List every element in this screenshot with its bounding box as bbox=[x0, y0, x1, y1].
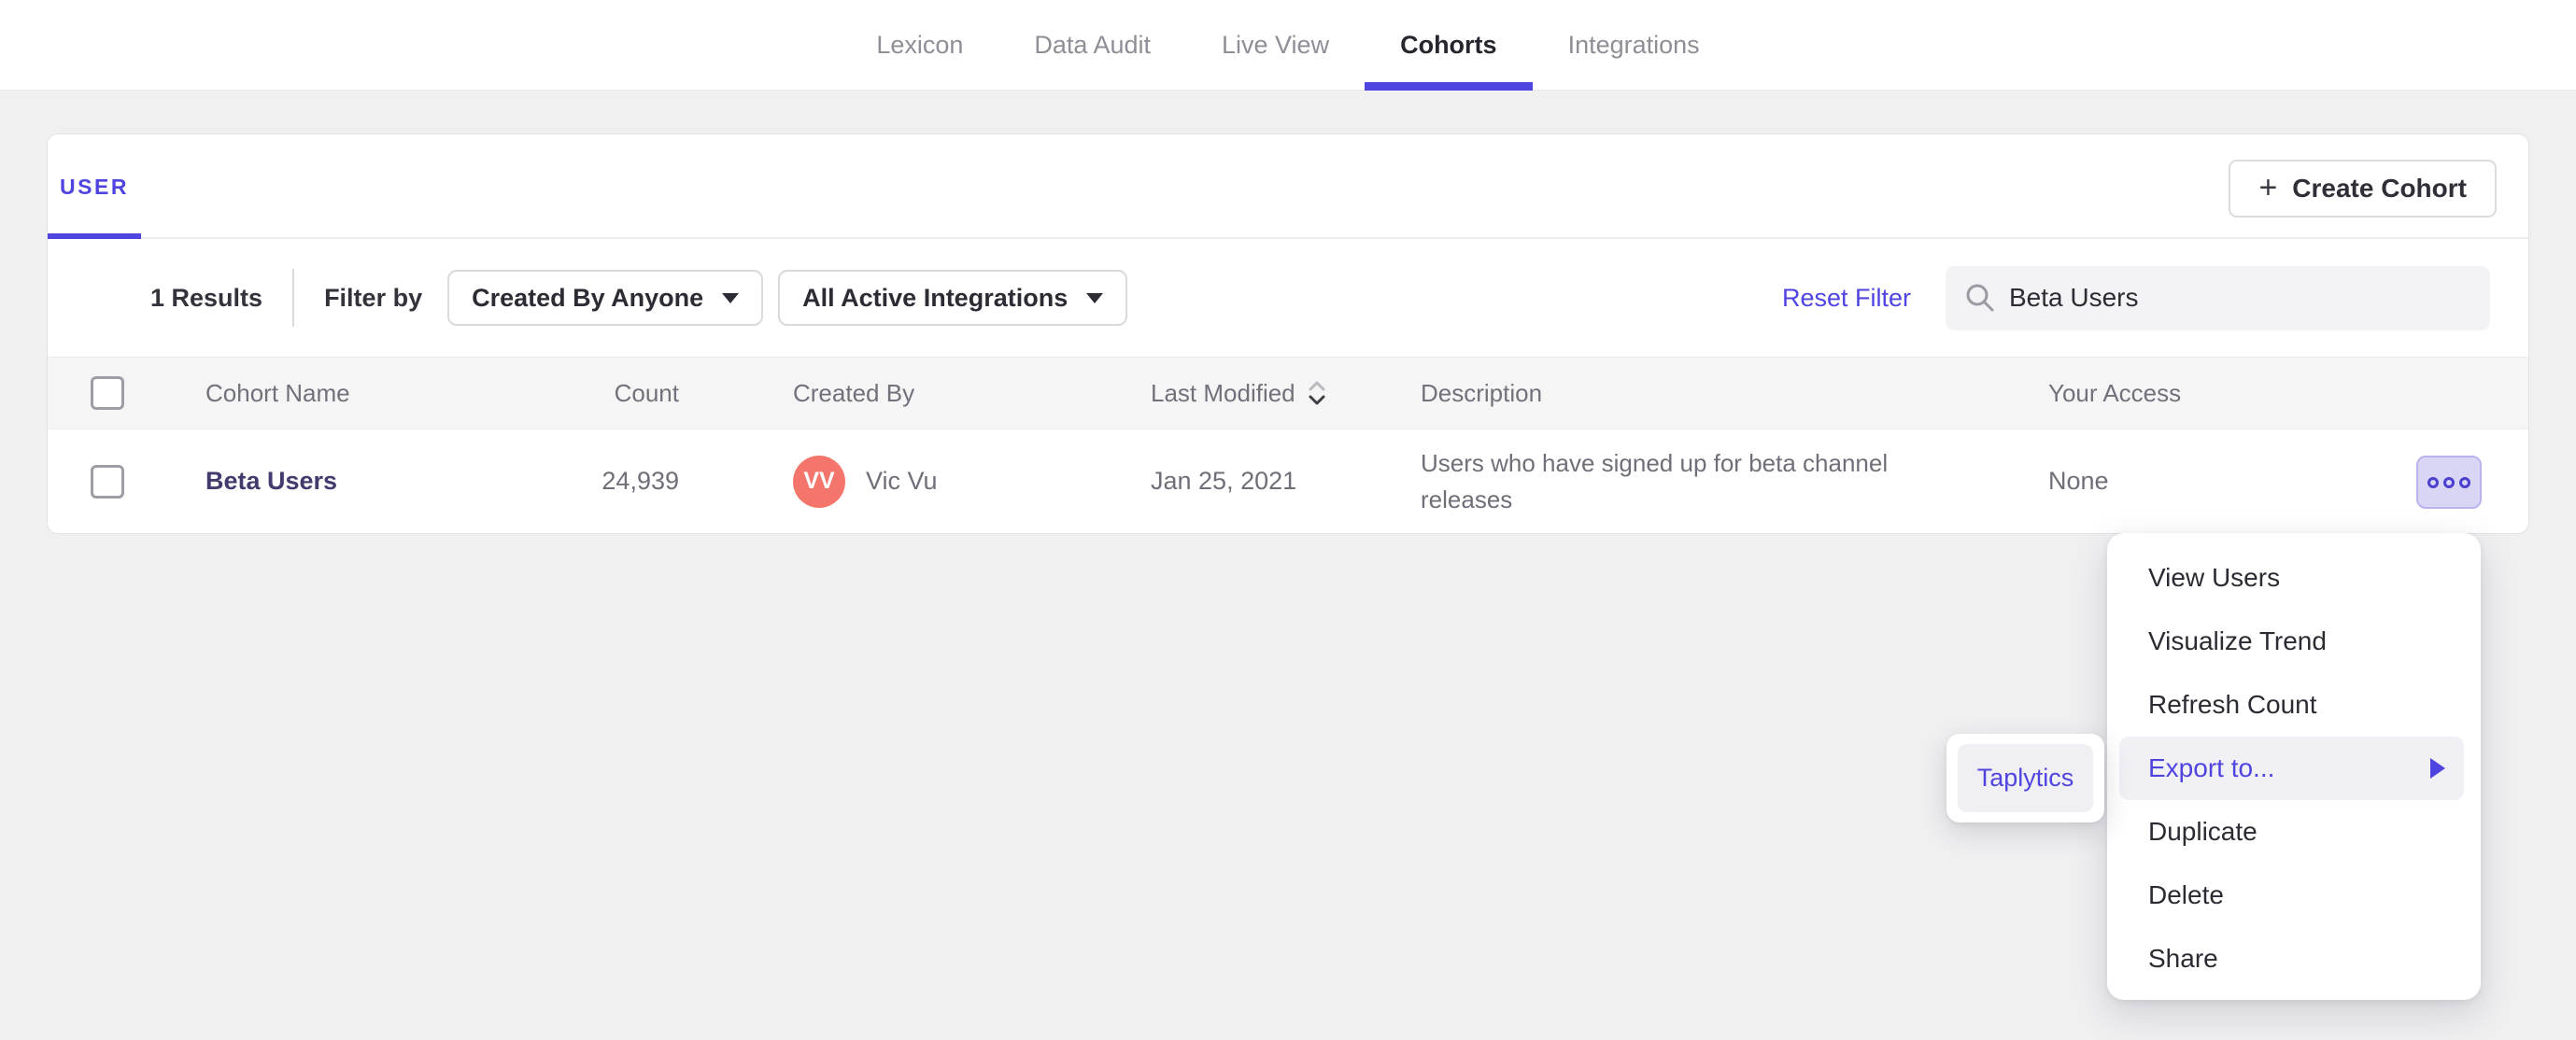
header-count: Count bbox=[614, 378, 679, 407]
plus-icon: + bbox=[2258, 169, 2278, 205]
cohort-type-tabs: USER + Create Cohort bbox=[48, 134, 2528, 239]
filter-right-group: Reset Filter bbox=[1782, 265, 2490, 330]
header-created-by: Created By bbox=[793, 378, 915, 407]
export-submenu: Taplytics bbox=[1946, 734, 2104, 822]
divider bbox=[292, 269, 295, 327]
search-icon bbox=[1966, 284, 1994, 312]
menu-item-refresh-count[interactable]: Refresh Count bbox=[2107, 673, 2481, 737]
menu-item-export-to[interactable]: Export to... bbox=[2119, 737, 2464, 800]
search-input[interactable] bbox=[2009, 283, 2457, 313]
menu-item-export-to-label: Export to... bbox=[2148, 753, 2275, 782]
cohort-count: 24,939 bbox=[602, 467, 679, 495]
select-all-checkbox[interactable] bbox=[91, 376, 124, 410]
tab-live-view[interactable]: Live View bbox=[1186, 0, 1365, 91]
created-by-name: Vic Vu bbox=[866, 467, 938, 495]
menu-item-visualize-trend[interactable]: Visualize Trend bbox=[2107, 610, 2481, 673]
sort-icon[interactable] bbox=[1307, 380, 1327, 406]
submenu-item-taplytics[interactable]: Taplytics bbox=[1958, 744, 2093, 812]
cohort-description: Users who have signed up for beta channe… bbox=[1421, 448, 1889, 513]
row-actions-button[interactable] bbox=[2416, 456, 2482, 509]
row-check-cell bbox=[91, 429, 124, 533]
active-tab-underline bbox=[1365, 82, 1533, 91]
menu-item-duplicate[interactable]: Duplicate bbox=[2107, 800, 2481, 864]
tab-lexicon[interactable]: Lexicon bbox=[841, 0, 998, 91]
chevron-down-icon bbox=[722, 292, 740, 303]
row-checkbox[interactable] bbox=[91, 464, 124, 499]
reset-filter-link[interactable]: Reset Filter bbox=[1782, 284, 1911, 313]
cohort-name-link[interactable]: Beta Users bbox=[205, 467, 337, 496]
header-last-modified-label: Last Modified bbox=[1151, 378, 1295, 407]
menu-item-delete[interactable]: Delete bbox=[2107, 864, 2481, 927]
tab-integrations[interactable]: Integrations bbox=[1533, 0, 1735, 91]
filter-bar: 1 Results Filter by Created By Anyone Al… bbox=[48, 239, 2528, 357]
menu-item-view-users[interactable]: View Users bbox=[2107, 546, 2481, 610]
header-description: Description bbox=[1421, 378, 1543, 407]
search-box[interactable] bbox=[1946, 265, 2490, 330]
your-access-value: None bbox=[2048, 467, 2109, 495]
tab-data-audit[interactable]: Data Audit bbox=[998, 0, 1186, 91]
last-modified-value: Jan 25, 2021 bbox=[1151, 467, 1297, 495]
chevron-down-icon bbox=[1086, 292, 1104, 303]
tab-user[interactable]: USER bbox=[48, 134, 141, 239]
integrations-dropdown-value: All Active Integrations bbox=[802, 283, 1069, 312]
table-header-row: Cohort Name Count Created By Last Modifi… bbox=[48, 357, 2528, 429]
meatball-menu-icon bbox=[2427, 476, 2439, 488]
header-last-modified[interactable]: Last Modified bbox=[1151, 358, 1327, 429]
results-count: 1 Results bbox=[150, 283, 263, 312]
row-actions-menu: View Users Visualize Trend Refresh Count… bbox=[2107, 533, 2481, 1000]
filter-by-label: Filter by bbox=[324, 283, 423, 312]
tab-cohorts[interactable]: Cohorts bbox=[1365, 0, 1533, 91]
integrations-dropdown[interactable]: All Active Integrations bbox=[778, 270, 1128, 326]
created-by-dropdown[interactable]: Created By Anyone bbox=[447, 270, 764, 326]
select-all-cell bbox=[91, 358, 124, 429]
tab-cohorts-label: Cohorts bbox=[1400, 31, 1497, 59]
create-cohort-button[interactable]: + Create Cohort bbox=[2229, 160, 2497, 218]
submenu-arrow-icon bbox=[2430, 758, 2445, 779]
created-by-dropdown-value: Created By Anyone bbox=[472, 283, 704, 312]
created-by-cell: VV Vic Vu bbox=[793, 429, 938, 533]
cohorts-card: USER + Create Cohort 1 Results Filter by… bbox=[47, 134, 2529, 534]
create-cohort-label: Create Cohort bbox=[2292, 174, 2467, 203]
avatar: VV bbox=[793, 455, 845, 508]
top-nav: Lexicon Data Audit Live View Cohorts Int… bbox=[0, 0, 2576, 91]
header-cohort-name: Cohort Name bbox=[205, 378, 350, 407]
header-your-access: Your Access bbox=[2048, 378, 2182, 407]
table-row: Beta Users 24,939 VV Vic Vu Jan 25, 2021… bbox=[48, 429, 2528, 533]
menu-item-share[interactable]: Share bbox=[2107, 927, 2481, 991]
